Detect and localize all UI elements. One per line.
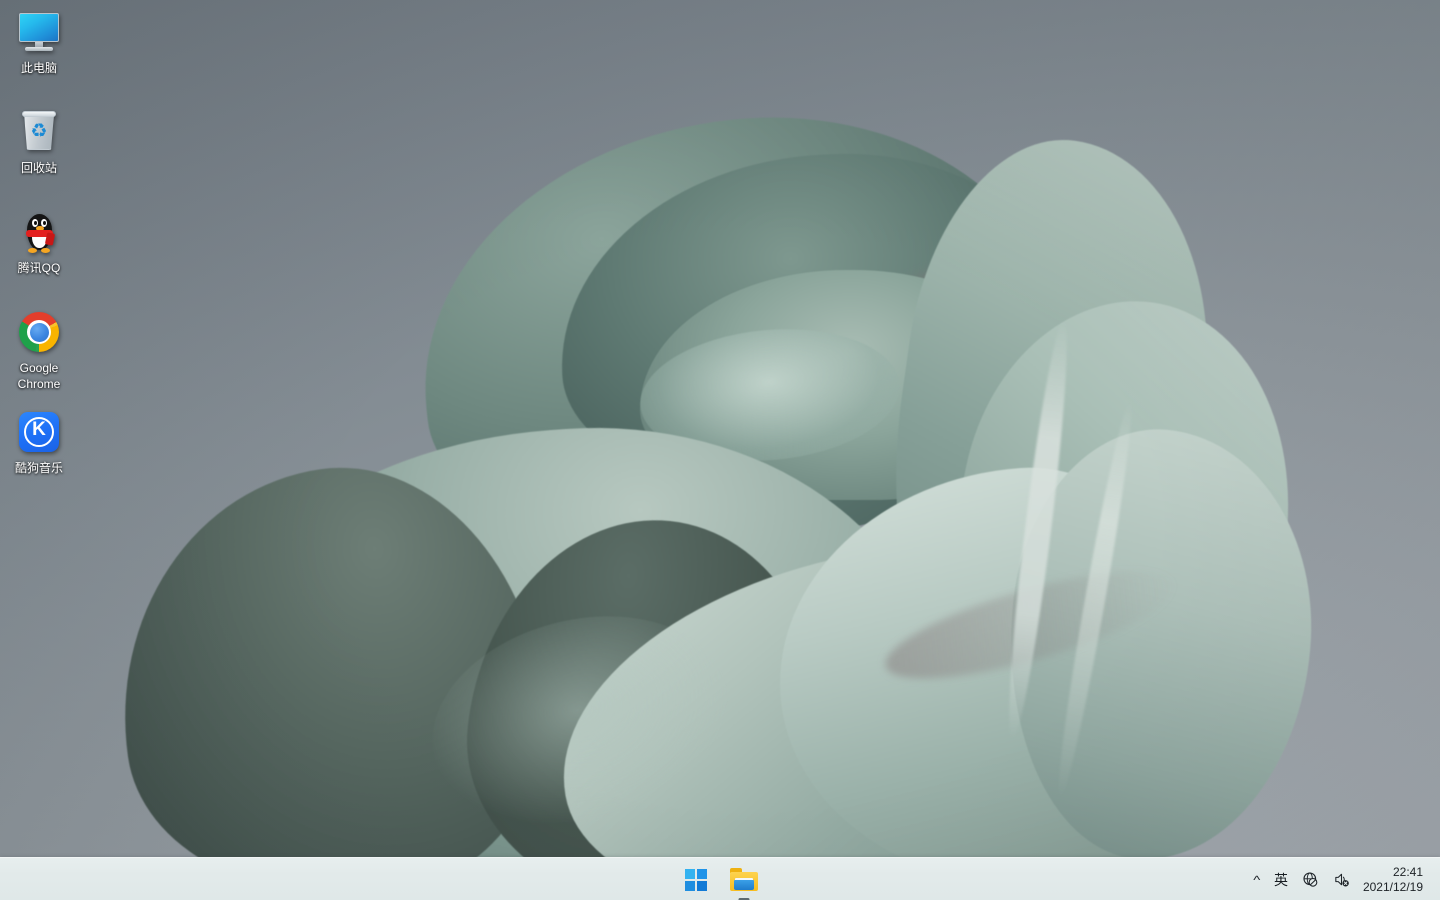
monitor-icon [15,8,63,56]
clock-time: 22:41 [1392,864,1423,879]
desktop-icon-label: 回收站 [20,161,57,175]
network-button[interactable] [1295,861,1326,899]
ime-language-icon: 英 [1273,871,1288,888]
taskbar: ^ 英 22:41 2021/12/19 [0,857,1440,900]
volume-button[interactable] [1326,861,1357,899]
globe-disconnected-icon [1303,872,1318,887]
desktop-icon-grid: 此电脑 ♻ 回收站 腾讯QQ Google Chrome K 酷狗音乐 [2,4,76,504]
desktop-icon-label: Google Chrome [17,361,61,391]
taskbar-item-file-explorer[interactable] [724,861,764,900]
show-hidden-icons-button[interactable]: ^ [1247,861,1267,899]
chevron-up-icon: ^ [1253,872,1261,887]
desktop-icon-label: 腾讯QQ [17,261,61,275]
desktop-icon-this-pc[interactable]: 此电脑 [2,4,76,104]
desktop-icon-kugou-music[interactable]: K 酷狗音乐 [2,404,76,504]
ime-language-button[interactable]: 英 [1267,861,1295,899]
clock-date: 2021/12/19 [1362,879,1423,894]
taskbar-center-group [0,858,1440,900]
speaker-muted-icon [1335,873,1349,887]
desktop-icon-label: 此电脑 [20,61,57,75]
recycle-bin-icon: ♻ [15,108,63,156]
windows-start-icon [685,868,707,891]
desktop-icon-label: 酷狗音乐 [14,461,63,475]
desktop-icon-google-chrome[interactable]: Google Chrome [2,304,76,404]
desktop[interactable]: 此电脑 ♻ 回收站 腾讯QQ Google Chrome K 酷狗音乐 ^ 英 … [0,0,1440,900]
desktop-icon-recycle-bin[interactable]: ♻ 回收站 [2,104,76,204]
wallpaper-vignette [0,0,1440,900]
kugou-music-icon: K [15,408,63,456]
desktop-icon-tencent-qq[interactable]: 腾讯QQ [2,204,76,304]
desktop-wallpaper [0,0,1440,900]
clock-button[interactable]: 22:41 2021/12/19 [1357,861,1432,899]
start-button[interactable] [676,861,716,899]
system-tray: ^ 英 22:41 2021/12/19 [1247,858,1440,900]
folder-icon [730,867,758,892]
qq-penguin-icon [15,208,63,256]
chrome-icon [15,308,63,356]
